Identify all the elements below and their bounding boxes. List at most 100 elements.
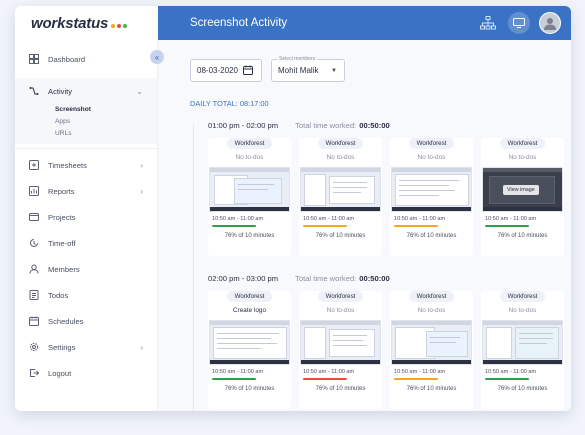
date-value: 08-03-2020 — [197, 66, 238, 75]
activity-percent: 76% of 10 minutes — [406, 386, 457, 392]
project-pill: Workforest — [499, 138, 546, 149]
todo-label: No to-dos — [417, 154, 446, 161]
screenshot-thumbnail[interactable] — [209, 320, 290, 365]
activity-bar — [485, 378, 529, 380]
sidebar-group-activity: Activity ⌄ Screenshot Apps URLs — [15, 78, 157, 144]
logo[interactable]: workstatus — [15, 6, 158, 40]
screenshot-thumbnail[interactable] — [300, 167, 381, 212]
activity-percent: 76% of 10 minutes — [224, 233, 275, 239]
sidebar-subitem-urls[interactable]: URLs — [15, 128, 157, 140]
activity-percent: 76% of 10 minutes — [497, 233, 548, 239]
sidebar-item-dashboard[interactable]: Dashboard — [15, 46, 157, 72]
screenshot-thumbnail[interactable] — [209, 167, 290, 212]
todo-label: No to-dos — [235, 154, 264, 161]
activity-percent: 76% of 10 minutes — [315, 233, 366, 239]
member-select-label: Select members — [277, 56, 318, 62]
slot-header: 01:00 pm - 02:00 pm Total time worked: 0… — [208, 118, 563, 132]
sidebar-item-label: Logout — [48, 368, 72, 378]
activity-bar — [485, 225, 529, 227]
chevron-right-icon: › — [140, 342, 143, 352]
sidebar-item-timesheets[interactable]: Timesheets › — [15, 152, 157, 178]
project-pill: Workforest — [317, 138, 364, 149]
total-worked-label: Total time worked: — [295, 120, 357, 130]
project-pill: Workforest — [499, 291, 546, 302]
sidebar-item-label: Projects — [48, 212, 76, 222]
activity-percent: 76% of 10 minutes — [406, 233, 457, 239]
slot-range: 01:00 pm - 02:00 pm — [208, 120, 279, 130]
screenshot-thumbnail[interactable]: View image — [482, 167, 563, 212]
activity-bar — [303, 378, 347, 380]
logo-dot — [117, 24, 122, 28]
sidebar-item-label: Todos — [48, 290, 69, 300]
app-window: workstatus Screenshot Activity Dashboard — [15, 6, 571, 411]
reports-icon — [29, 186, 39, 196]
screenshot-thumbnail[interactable] — [391, 167, 472, 212]
collapse-sidebar-button[interactable]: « — [150, 50, 164, 64]
activity-bar — [394, 225, 438, 227]
sidebar-item-todos[interactable]: Todos — [15, 282, 157, 308]
todo-label: No to-dos — [508, 154, 537, 161]
sidebar-item-label: Settings — [48, 342, 76, 352]
screen-icon[interactable] — [508, 12, 530, 34]
slot-range: 02:00 pm - 03:00 pm — [208, 273, 279, 283]
sidebar-subitem-screenshot[interactable]: Screenshot — [15, 104, 157, 116]
sidebar-item-label: Schedules — [48, 316, 84, 326]
timeline-rail — [193, 124, 194, 411]
view-image-button[interactable]: View image — [503, 185, 539, 195]
screenshot-thumbnail[interactable] — [300, 320, 381, 365]
sidebar-item-label: Dashboard — [48, 54, 86, 64]
todo-label: No to-dos — [508, 307, 537, 314]
sidebar-item-label: Activity — [48, 86, 73, 96]
screenshot-time: 10:50 am - 11:00 am — [485, 369, 537, 375]
time-slot: 01:00 pm - 02:00 pm Total time worked: 0… — [208, 118, 564, 256]
activity-bar — [212, 225, 256, 227]
daily-total: DAILY TOTAL: 08:17:00 — [190, 99, 269, 108]
sidebar-item-label: Reports — [48, 186, 75, 196]
logo-text: workstatus — [31, 14, 109, 32]
sidebar: Dashboard Activity ⌄ Screenshot Apps URL… — [15, 40, 158, 411]
screenshot-time: 10:50 am - 11:00 am — [303, 369, 355, 375]
screenshot-card: Workforest No to-dos View image 10:50 am… — [481, 138, 564, 256]
sidebar-item-label: Members — [48, 264, 80, 274]
sidebar-item-members[interactable]: Members — [15, 256, 157, 282]
timeoff-icon — [29, 238, 39, 248]
dashboard-icon — [29, 54, 39, 64]
activity-bar — [394, 378, 438, 380]
topbar-actions — [477, 12, 561, 34]
screenshot-thumbnail[interactable] — [391, 320, 472, 365]
screenshot-time: 10:50 am - 11:00 am — [212, 369, 264, 375]
project-pill: Workforest — [226, 138, 273, 149]
screenshot-card: Workforest No to-dos 10:50 am - 11:00 am… — [390, 291, 473, 409]
calendar-icon — [242, 65, 253, 77]
sidebar-item-schedules[interactable]: Schedules — [15, 308, 157, 334]
sidebar-item-timeoff[interactable]: Time-off — [15, 230, 157, 256]
folder-icon — [29, 212, 39, 222]
todo-label: Create logo — [232, 307, 267, 314]
todos-icon — [29, 290, 39, 300]
member-select-value: Mohit Malik — [278, 66, 319, 75]
sidebar-item-activity[interactable]: Activity ⌄ — [15, 78, 157, 104]
sidebar-item-projects[interactable]: Projects — [15, 204, 157, 230]
chevron-right-icon: › — [140, 160, 143, 170]
screenshot-card: Workforest No to-dos 10:50 am - 11:00 am… — [208, 138, 291, 256]
total-worked-label: Total time worked: — [295, 273, 357, 283]
screenshot-card: Workforest No to-dos 10:50 am - 11:00 am… — [481, 291, 564, 409]
project-pill: Workforest — [317, 291, 364, 302]
member-select[interactable]: Select members Mohit Malik ▼ — [271, 56, 345, 82]
screenshot-thumbnail[interactable] — [482, 320, 563, 365]
time-slot: 02:00 pm - 03:00 pm Total time worked: 0… — [208, 271, 564, 409]
activity-percent: 76% of 10 minutes — [497, 386, 548, 392]
sidebar-item-settings[interactable]: Settings › — [15, 334, 157, 360]
top-bar: Screenshot Activity — [158, 6, 571, 40]
sidebar-item-reports[interactable]: Reports › — [15, 178, 157, 204]
settings-icon — [29, 342, 39, 352]
screenshot-card: Workforest No to-dos 10:50 am - 11:00 am… — [299, 291, 382, 409]
org-chart-icon[interactable] — [477, 12, 499, 34]
caret-down-icon: ▼ — [331, 68, 337, 74]
date-picker[interactable]: 08-03-2020 — [190, 59, 262, 82]
avatar[interactable] — [539, 12, 561, 34]
screenshot-time: 10:50 am - 11:00 am — [394, 216, 446, 222]
members-icon — [29, 264, 39, 274]
sidebar-subitem-apps[interactable]: Apps — [15, 116, 157, 128]
sidebar-item-logout[interactable]: Logout — [15, 360, 157, 386]
